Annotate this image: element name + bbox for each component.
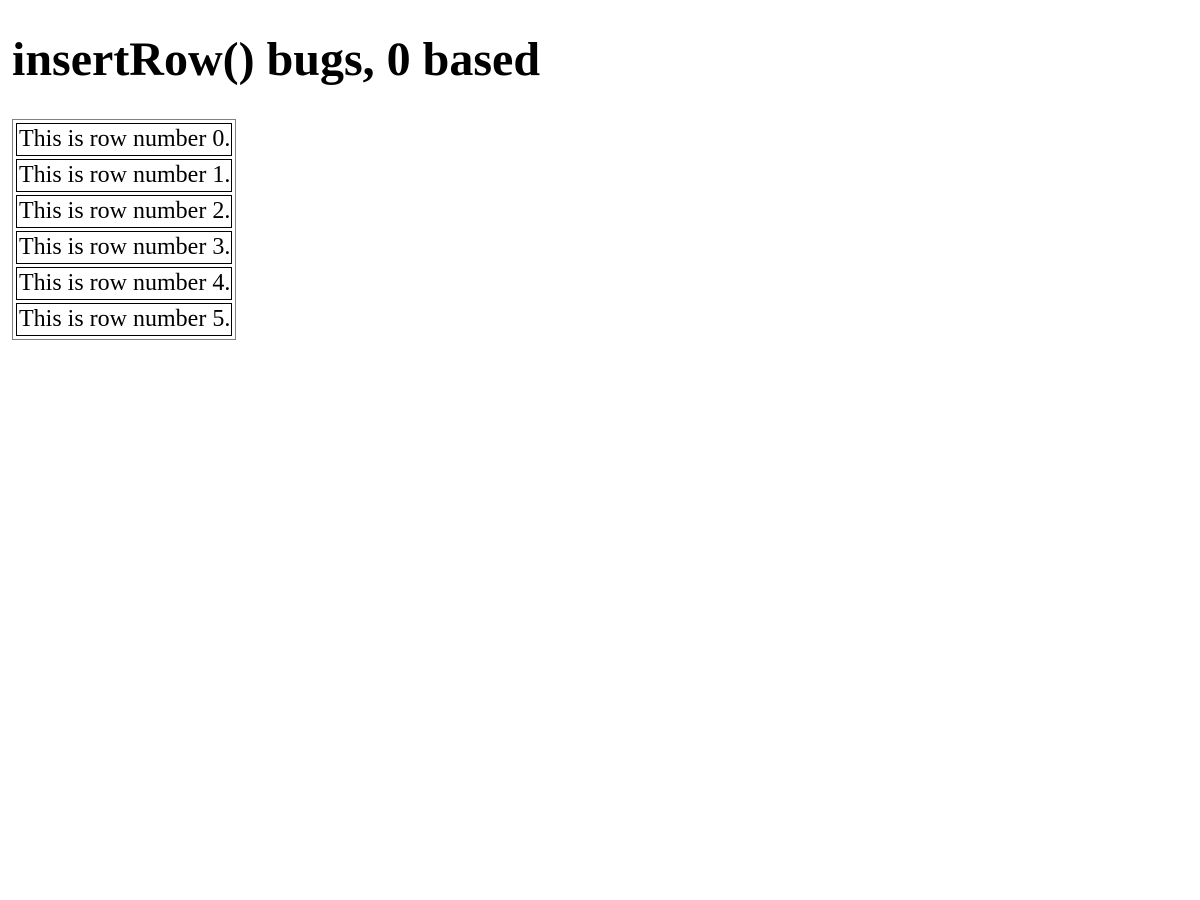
table-row: This is row number 5. xyxy=(16,303,233,336)
table-row: This is row number 2. xyxy=(16,195,233,228)
page-heading: insertRow() bugs, 0 based xyxy=(12,33,541,86)
table-cell: This is row number 2. xyxy=(16,195,233,228)
table-cell: This is row number 0. xyxy=(16,123,233,156)
table-row: This is row number 4. xyxy=(16,267,233,300)
rows-table-body: This is row number 0. This is row number… xyxy=(16,123,233,336)
table-row: This is row number 0. xyxy=(16,123,233,156)
table-cell: This is row number 1. xyxy=(16,159,233,192)
page-content: insertRow() bugs, 0 based This is row nu… xyxy=(0,0,1200,340)
table-cell: This is row number 3. xyxy=(16,231,233,264)
table-row: This is row number 1. xyxy=(16,159,233,192)
table-cell: This is row number 4. xyxy=(16,267,233,300)
table-cell: This is row number 5. xyxy=(16,303,233,336)
table-row: This is row number 3. xyxy=(16,231,233,264)
rows-table: This is row number 0. This is row number… xyxy=(12,119,237,340)
